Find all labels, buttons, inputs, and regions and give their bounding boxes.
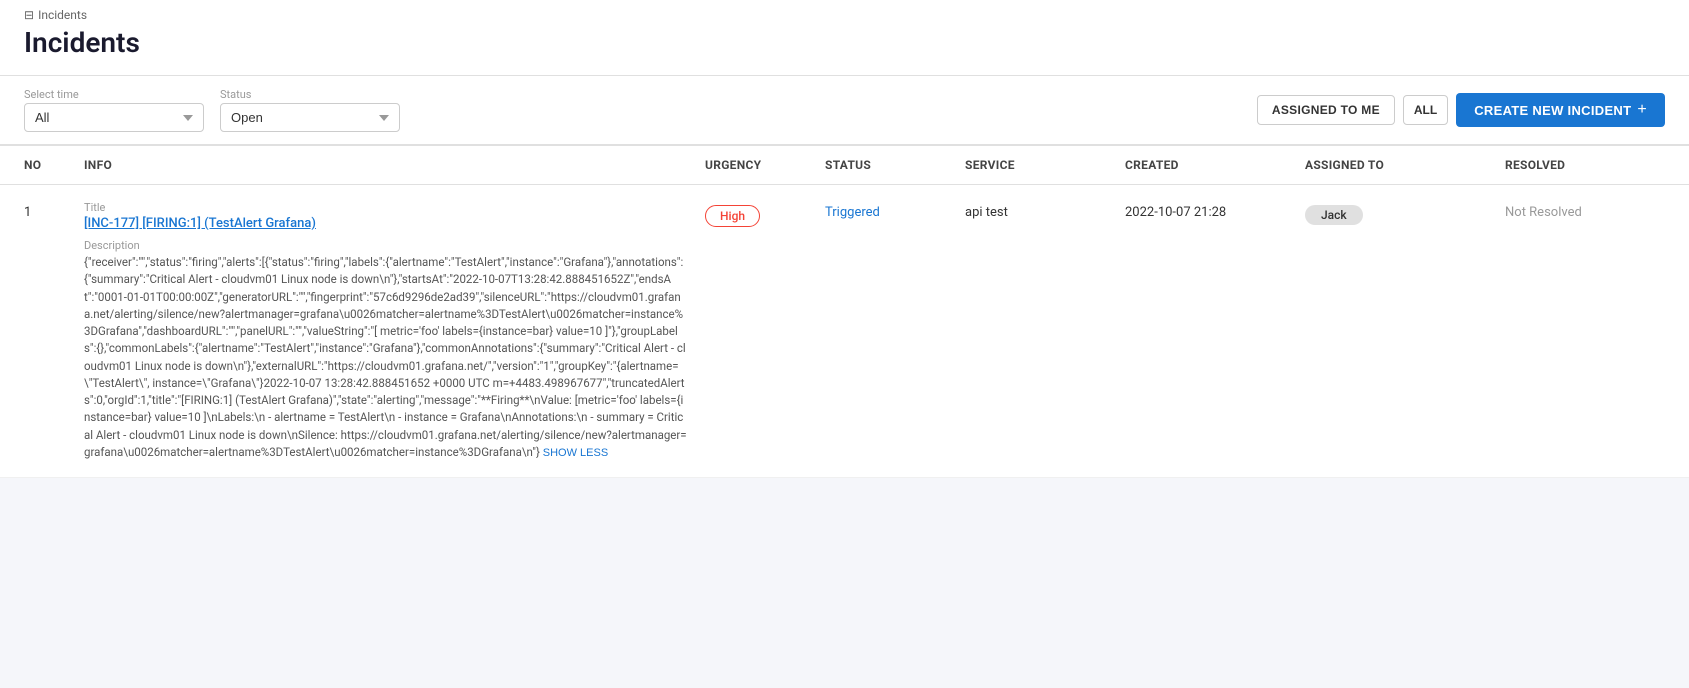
info-title-label: Title — [84, 201, 689, 214]
time-filter-label: Select time — [24, 88, 204, 101]
assigned-to-me-button[interactable]: ASSIGNED TO ME — [1257, 95, 1395, 125]
incidents-table: NO INFO URGENCY STATUS SERVICE CREATED A… — [0, 145, 1689, 478]
page-title: Incidents — [24, 26, 1665, 75]
row-status: Triggered — [825, 201, 965, 220]
assigned-to-badge: Jack — [1305, 205, 1363, 225]
status-filter-label: Status — [220, 88, 400, 101]
col-urgency: URGENCY — [705, 158, 825, 172]
table-row: 1 Title [INC-177] [FIRING:1] (TestAlert … — [0, 185, 1689, 478]
time-filter-select[interactable]: All Last 24h Last 7 days Last 30 days — [24, 103, 204, 132]
show-less-button[interactable]: SHOW LESS — [543, 447, 608, 459]
col-assigned-to: ASSIGNED TO — [1305, 158, 1505, 172]
status-filter-select[interactable]: Open Closed Pending — [220, 103, 400, 132]
time-filter-group: Select time All Last 24h Last 7 days Las… — [24, 88, 204, 132]
info-desc-label: Description — [84, 239, 689, 252]
plus-icon: + — [1637, 101, 1647, 119]
col-created: CREATED — [1125, 158, 1305, 172]
col-info: INFO — [84, 158, 705, 172]
right-actions: ASSIGNED TO ME ALL CREATE NEW INCIDENT + — [1257, 93, 1665, 127]
row-service: api test — [965, 201, 1125, 220]
breadcrumb: ⊟ Incidents — [24, 8, 1665, 22]
filters-bar: Select time All Last 24h Last 7 days Las… — [0, 76, 1689, 145]
all-button[interactable]: ALL — [1403, 95, 1448, 125]
row-assigned-to: Jack — [1305, 201, 1505, 225]
urgency-badge: High — [705, 205, 760, 227]
row-urgency: High — [705, 201, 825, 227]
row-created: 2022-10-07 21:28 — [1125, 201, 1305, 220]
status-filter-group: Status Open Closed Pending — [220, 88, 400, 132]
col-service: SERVICE — [965, 158, 1125, 172]
row-resolved: Not Resolved — [1505, 201, 1665, 220]
row-info: Title [INC-177] [FIRING:1] (TestAlert Gr… — [84, 201, 705, 461]
col-resolved: RESOLVED — [1505, 158, 1665, 172]
breadcrumb-label: Incidents — [38, 8, 87, 22]
create-incident-label: CREATE NEW INCIDENT — [1474, 103, 1631, 118]
info-desc-text: {"receiver":"","status":"firing","alerts… — [84, 254, 689, 461]
table-header: NO INFO URGENCY STATUS SERVICE CREATED A… — [0, 146, 1689, 185]
top-bar: ⊟ Incidents Incidents — [0, 0, 1689, 76]
col-no: NO — [24, 158, 84, 172]
create-new-incident-button[interactable]: CREATE NEW INCIDENT + — [1456, 93, 1665, 127]
col-status: STATUS — [825, 158, 965, 172]
incident-title-link[interactable]: [INC-177] [FIRING:1] (TestAlert Grafana) — [84, 216, 689, 231]
incidents-breadcrumb-icon: ⊟ — [24, 8, 34, 22]
row-number: 1 — [24, 201, 84, 220]
